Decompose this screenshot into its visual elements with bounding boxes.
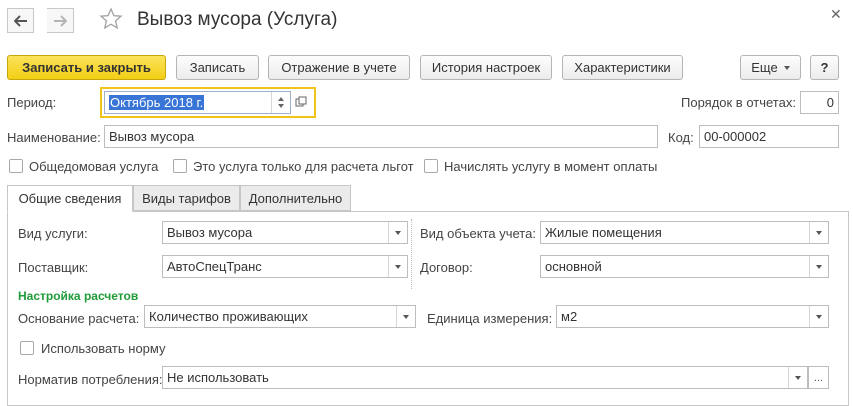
chevron-down-icon xyxy=(395,264,401,269)
accounting-button[interactable]: Отражение в учете xyxy=(268,55,410,80)
tab-additional[interactable]: Дополнительно xyxy=(240,185,351,211)
forward-button[interactable] xyxy=(47,8,74,33)
norm-dropdown[interactable] xyxy=(788,367,807,388)
use-norm-checkbox[interactable] xyxy=(20,341,34,355)
contract-select[interactable]: основной xyxy=(540,255,829,278)
charge-on-payment-checkbox[interactable] xyxy=(424,159,438,173)
back-button[interactable] xyxy=(7,8,34,33)
contract-value: основной xyxy=(545,259,602,274)
report-order-label: Порядок в отчетах: xyxy=(681,95,796,110)
stepper-down-icon[interactable] xyxy=(278,104,284,108)
report-order-value: 0 xyxy=(826,95,834,110)
unit-select[interactable]: м2 xyxy=(556,305,829,328)
open-window-icon[interactable] xyxy=(295,96,307,108)
supplier-select[interactable]: АвтоСпецТранс xyxy=(162,255,408,278)
service-type-select[interactable]: Вывоз мусора xyxy=(162,221,408,244)
characteristics-button[interactable]: Характеристики xyxy=(562,55,683,80)
unit-label: Единица измерения: xyxy=(427,311,553,326)
period-input[interactable]: Октябрь 2018 г. xyxy=(104,91,291,114)
more-button[interactable]: Еще xyxy=(740,55,801,80)
tab-general[interactable]: Общие сведения xyxy=(7,185,133,212)
service-type-value: Вывоз мусора xyxy=(167,225,253,240)
service-type-dropdown[interactable] xyxy=(388,222,407,243)
column-divider xyxy=(411,219,412,289)
save-and-close-button[interactable]: Записать и закрыть xyxy=(7,55,166,80)
chevron-down-icon xyxy=(816,264,822,269)
period-stepper[interactable] xyxy=(271,92,290,113)
service-type-label: Вид услуги: xyxy=(18,226,88,241)
calc-basis-label: Основание расчета: xyxy=(18,311,140,326)
arrow-right-icon xyxy=(54,14,67,27)
name-value: Вывоз мусора xyxy=(109,129,195,144)
object-type-value: Жилые помещения xyxy=(545,225,662,240)
period-label: Период: xyxy=(7,95,57,110)
settings-history-button[interactable]: История настроек xyxy=(420,55,552,80)
chevron-down-icon xyxy=(403,314,409,319)
window-title: Вывоз мусора (Услуга) xyxy=(137,9,338,30)
chevron-down-icon xyxy=(816,230,822,235)
tab-tariff-types[interactable]: Виды тарифов xyxy=(133,185,240,211)
chevron-down-icon xyxy=(783,65,790,70)
arrow-left-icon xyxy=(13,14,27,27)
contract-label: Договор: xyxy=(420,260,473,275)
save-button[interactable]: Записать xyxy=(176,55,259,80)
benefits-only-checkbox[interactable] xyxy=(173,159,187,173)
common-house-checkbox[interactable] xyxy=(9,159,23,173)
supplier-value: АвтоСпецТранс xyxy=(167,259,262,274)
chevron-down-icon xyxy=(795,375,801,380)
help-button[interactable]: ? xyxy=(810,55,839,80)
common-house-label[interactable]: Общедомовая услуга xyxy=(29,159,158,174)
calc-basis-select[interactable]: Количество проживающих xyxy=(144,305,416,328)
ellipsis-icon: ... xyxy=(813,371,824,384)
norm-value: Не использовать xyxy=(167,370,269,385)
object-type-dropdown[interactable] xyxy=(809,222,828,243)
charge-on-payment-label[interactable]: Начислять услугу в момент оплаты xyxy=(444,159,657,174)
chevron-down-icon xyxy=(816,314,822,319)
code-input[interactable]: 00-000002 xyxy=(699,125,839,148)
code-label: Код: xyxy=(668,130,694,145)
unit-value: м2 xyxy=(561,309,578,324)
calc-basis-dropdown[interactable] xyxy=(396,306,415,327)
supplier-dropdown[interactable] xyxy=(388,256,407,277)
close-icon[interactable]: ✕ xyxy=(830,6,842,23)
code-value: 00-000002 xyxy=(704,129,767,144)
use-norm-label[interactable]: Использовать норму xyxy=(41,341,166,356)
norm-label: Норматив потребления: xyxy=(18,372,163,387)
contract-dropdown[interactable] xyxy=(809,256,828,277)
name-input[interactable]: Вывоз мусора xyxy=(104,125,658,148)
calc-basis-value: Количество проживающих xyxy=(149,309,308,324)
more-label: Еще xyxy=(751,60,778,75)
norm-select[interactable]: Не использовать xyxy=(162,366,808,389)
stepper-up-icon[interactable] xyxy=(278,97,284,101)
unit-dropdown[interactable] xyxy=(809,306,828,327)
supplier-label: Поставщик: xyxy=(18,260,89,275)
object-type-label: Вид объекта учета: xyxy=(420,226,536,241)
name-label: Наименование: xyxy=(7,130,101,145)
calc-settings-title: Настройка расчетов xyxy=(18,289,139,303)
report-order-input[interactable]: 0 xyxy=(800,91,839,114)
benefits-only-label[interactable]: Это услуга только для расчета льгот xyxy=(193,159,414,174)
object-type-select[interactable]: Жилые помещения xyxy=(540,221,829,244)
chevron-down-icon xyxy=(395,230,401,235)
favorite-star-icon[interactable] xyxy=(99,7,123,34)
period-value: Октябрь 2018 г. xyxy=(109,95,205,110)
norm-select-button[interactable]: ... xyxy=(808,366,829,389)
